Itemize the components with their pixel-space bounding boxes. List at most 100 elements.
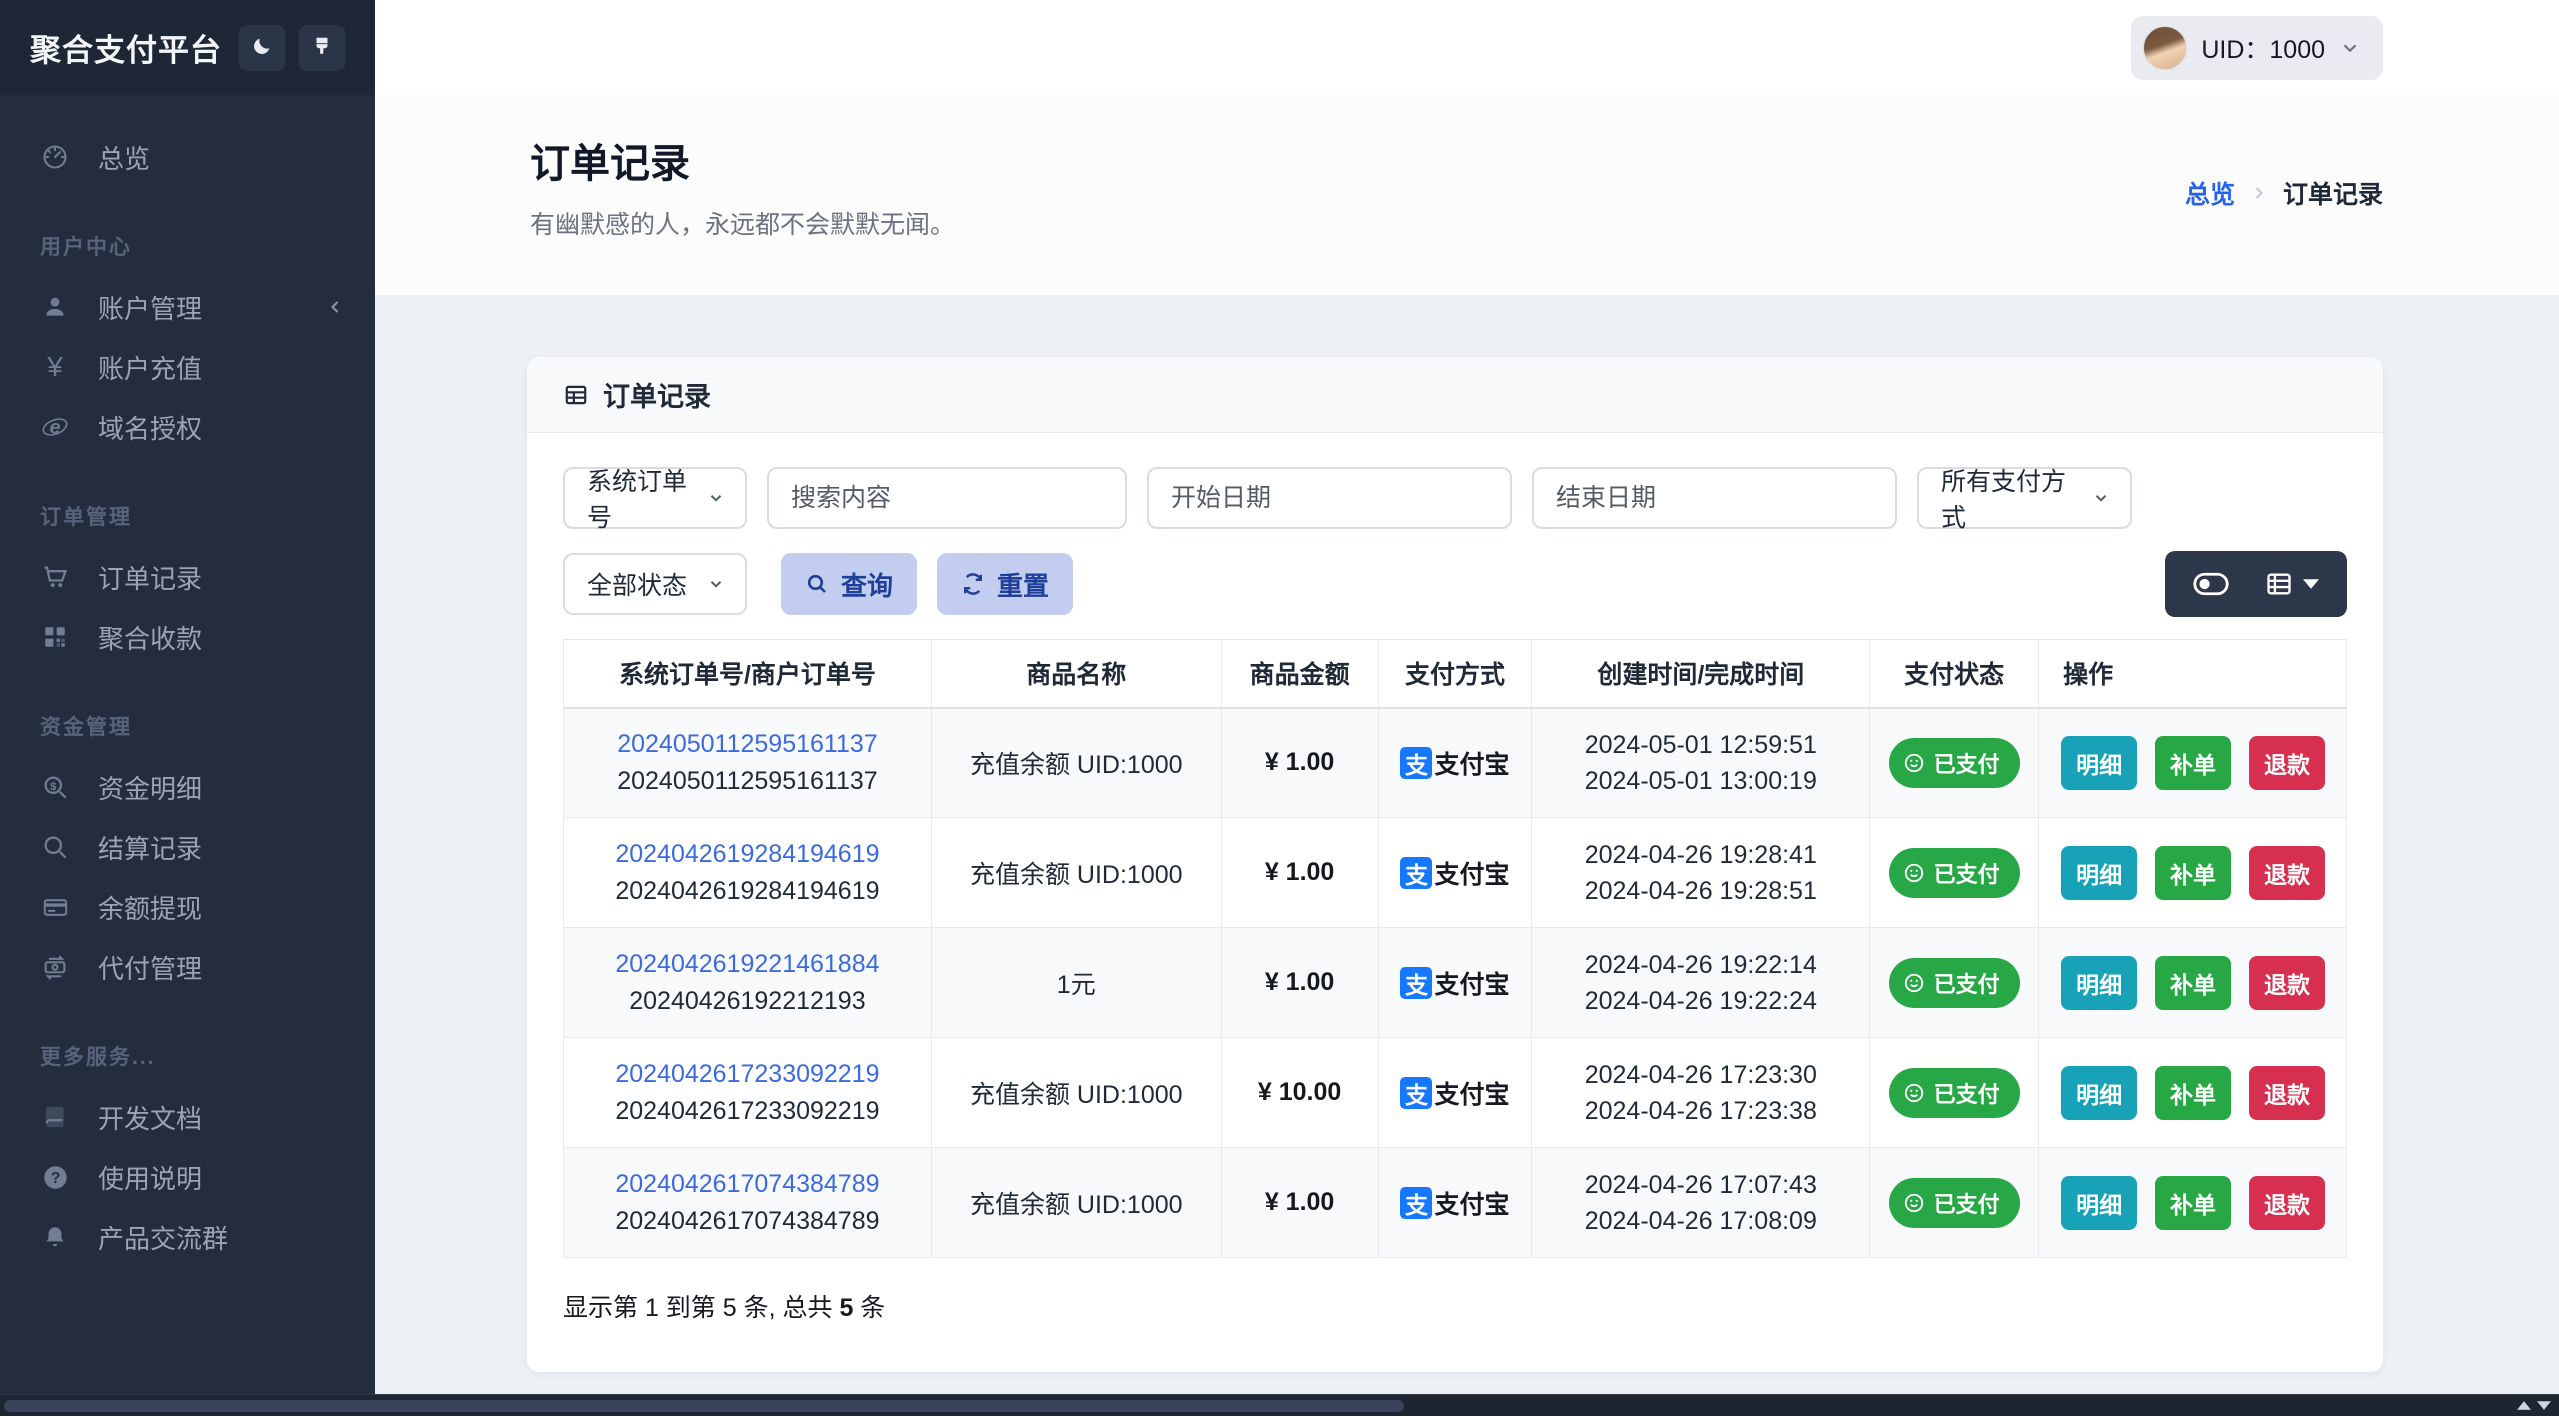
created-time: 2024-04-26 17:07:43	[1584, 1170, 1817, 1199]
created-time: 2024-05-01 12:59:51	[1584, 730, 1817, 759]
reset-button[interactable]: 重置	[937, 553, 1074, 615]
product-name: 1元	[930, 927, 1222, 1038]
product-name: 充值余额 UID:1000	[930, 707, 1222, 818]
merchant-order: 2024042619284194619	[615, 876, 880, 905]
page-subtitle: 有幽默感的人，永远都不会默默无闻。	[530, 211, 956, 239]
table-header-row: 系统订单号/商户订单号 商品名称 商品金额 支付方式 创建时间/完成时间 支付状…	[563, 639, 2347, 709]
detail-button[interactable]: 明细	[2061, 955, 2138, 1010]
merchant-order: 2024042617074384789	[615, 1206, 880, 1235]
refund-button[interactable]: 退款	[2249, 955, 2325, 1010]
product-name: 充值余额 UID:1000	[930, 1037, 1222, 1148]
sidebar-item-label: 账户充值	[98, 353, 203, 384]
col-header-order-numbers: 系统订单号/商户订单号	[563, 639, 932, 709]
completed-time: 2024-04-26 19:28:51	[1584, 876, 1817, 905]
refund-button[interactable]: 退款	[2249, 845, 2325, 900]
created-time: 2024-04-26 19:22:14	[1584, 950, 1817, 979]
col-header-times: 创建时间/完成时间	[1531, 639, 1871, 709]
sidebar-item-usage-instructions[interactable]: ? 使用说明	[0, 1147, 375, 1207]
refund-button[interactable]: 退款	[2249, 735, 2325, 790]
scroll-up-arrow-icon[interactable]	[2517, 1401, 2531, 1410]
columns-dropdown-button[interactable]	[2251, 560, 2333, 608]
sidebar: 聚合支付平台 总览 用户中心 账户管理 ¥ 账户充值 e 域名授权 订单管理 订…	[0, 0, 375, 1394]
sidebar-item-dev-docs[interactable]: 开发文档	[0, 1087, 375, 1147]
pagination-summary: 显示第 1 到第 5 条, 总共 5 条	[563, 1294, 886, 1322]
sidebar-item-account-recharge[interactable]: ¥ 账户充值	[0, 337, 375, 397]
sys-order-link[interactable]: 2024042617233092219	[574, 1060, 921, 1089]
refund-button[interactable]: 退款	[2249, 1175, 2325, 1230]
content-area: 订单记录 系统订单号 所有支付方式	[375, 295, 2559, 1394]
theme-skin-button[interactable]	[299, 24, 345, 71]
sidebar-item-order-records[interactable]: 订单记录	[0, 547, 375, 607]
qrcode-icon	[40, 624, 70, 650]
sys-order-link[interactable]: 2024042619284194619	[574, 840, 921, 869]
sidebar-item-payout-management[interactable]: 代付管理	[0, 937, 375, 997]
detail-button[interactable]: 明细	[2061, 1065, 2138, 1120]
card-body: 系统订单号 所有支付方式 全部状态	[527, 433, 2383, 1372]
toggle-icon	[2193, 572, 2229, 596]
table-icon	[563, 382, 589, 408]
refund-button[interactable]: 退款	[2249, 1065, 2325, 1120]
svg-text:$: $	[50, 780, 57, 792]
query-button[interactable]: 查询	[781, 553, 918, 615]
end-date-input[interactable]	[1532, 467, 1897, 529]
smiley-icon	[1903, 1082, 1925, 1104]
dark-mode-button[interactable]	[239, 24, 285, 71]
product-name: 充值余额 UID:1000	[930, 817, 1222, 928]
sys-order-link[interactable]: 2024050112595161137	[574, 730, 921, 759]
alipay-icon: 支	[1400, 1076, 1433, 1109]
detail-button[interactable]: 明细	[2061, 845, 2138, 900]
fullscreen-toggle-button[interactable]	[2179, 562, 2243, 606]
sys-order-link[interactable]: 2024042617074384789	[574, 1170, 921, 1199]
supplement-order-button[interactable]: 补单	[2155, 845, 2232, 900]
start-date-input[interactable]	[1147, 467, 1512, 529]
scrollbar-arrows	[2517, 1401, 2559, 1410]
detail-button[interactable]: 明细	[2061, 1175, 2138, 1230]
sidebar-item-overview[interactable]: 总览	[0, 127, 375, 187]
col-header-product-name: 商品名称	[930, 639, 1222, 709]
col-header-amount: 商品金额	[1220, 639, 1379, 709]
sidebar-item-aggregate-collection[interactable]: 聚合收款	[0, 607, 375, 667]
search-icon	[805, 572, 829, 596]
alipay-icon: 支	[1400, 966, 1433, 999]
payment-method: 支付宝	[1434, 1190, 1510, 1219]
avatar	[2143, 25, 2188, 70]
sidebar-item-balance-withdrawal[interactable]: 余额提现	[0, 877, 375, 937]
sidebar-item-account-management[interactable]: 账户管理	[0, 277, 375, 337]
table-row: 2024042619284194619 2024042619284194619 …	[563, 817, 2347, 928]
scroll-down-arrow-icon[interactable]	[2537, 1401, 2551, 1410]
svg-text:?: ?	[50, 1170, 60, 1187]
product-amount: ¥ 1.00	[1220, 927, 1379, 1038]
sidebar-item-label: 账户管理	[98, 293, 203, 324]
detail-button[interactable]: 明细	[2061, 735, 2138, 790]
supplement-order-button[interactable]: 补单	[2155, 1065, 2232, 1120]
supplement-order-button[interactable]: 补单	[2155, 735, 2232, 790]
supplement-order-button[interactable]: 补单	[2155, 955, 2232, 1010]
app-logo[interactable]: 聚合支付平台	[30, 25, 222, 70]
scrollbar-thumb[interactable]	[4, 1399, 1404, 1412]
brush-icon	[311, 35, 333, 60]
sidebar-item-settlement-records[interactable]: 结算记录	[0, 817, 375, 877]
supplement-order-button[interactable]: 补单	[2155, 1175, 2232, 1230]
sidebar-section-order-management: 订单管理 订单记录 聚合收款	[0, 471, 375, 667]
sys-order-link[interactable]: 2024042619221461884	[574, 950, 921, 979]
sidebar-item-domain-authorization[interactable]: e 域名授权	[0, 397, 375, 457]
status-select[interactable]: 全部状态	[563, 553, 747, 615]
sidebar-section-fund-management: 资金管理 $ 资金明细 结算记录 余额提现 代付管理	[0, 681, 375, 997]
caret-down-icon	[2303, 579, 2319, 589]
sidebar-section-more-services: 更多服务... 开发文档 ? 使用说明 产品交流群	[0, 1011, 375, 1267]
horizontal-scrollbar[interactable]	[0, 1394, 2559, 1416]
user-menu[interactable]: UID：1000	[2131, 15, 2383, 80]
order-type-select[interactable]: 系统订单号	[563, 467, 747, 532]
sidebar-section-overview: 总览	[0, 127, 375, 187]
sidebar-nav: 总览 用户中心 账户管理 ¥ 账户充值 e 域名授权 订单管理 订单记录 聚合收…	[0, 95, 375, 1281]
sidebar-item-product-group[interactable]: 产品交流群	[0, 1207, 375, 1267]
sidebar-item-fund-details[interactable]: $ 资金明细	[0, 757, 375, 817]
card-title: 订单记录	[603, 382, 711, 412]
payment-method-select[interactable]: 所有支付方式	[1917, 467, 2132, 532]
sidebar-header-buttons	[239, 24, 345, 71]
completed-time: 2024-04-26 19:22:24	[1584, 986, 1817, 1015]
breadcrumb-overview-link[interactable]: 总览	[2185, 175, 2235, 211]
search-input[interactable]	[767, 467, 1127, 529]
table-row: 2024042617074384789 2024042617074384789 …	[563, 1147, 2347, 1258]
sidebar-item-label: 使用说明	[98, 1163, 203, 1194]
